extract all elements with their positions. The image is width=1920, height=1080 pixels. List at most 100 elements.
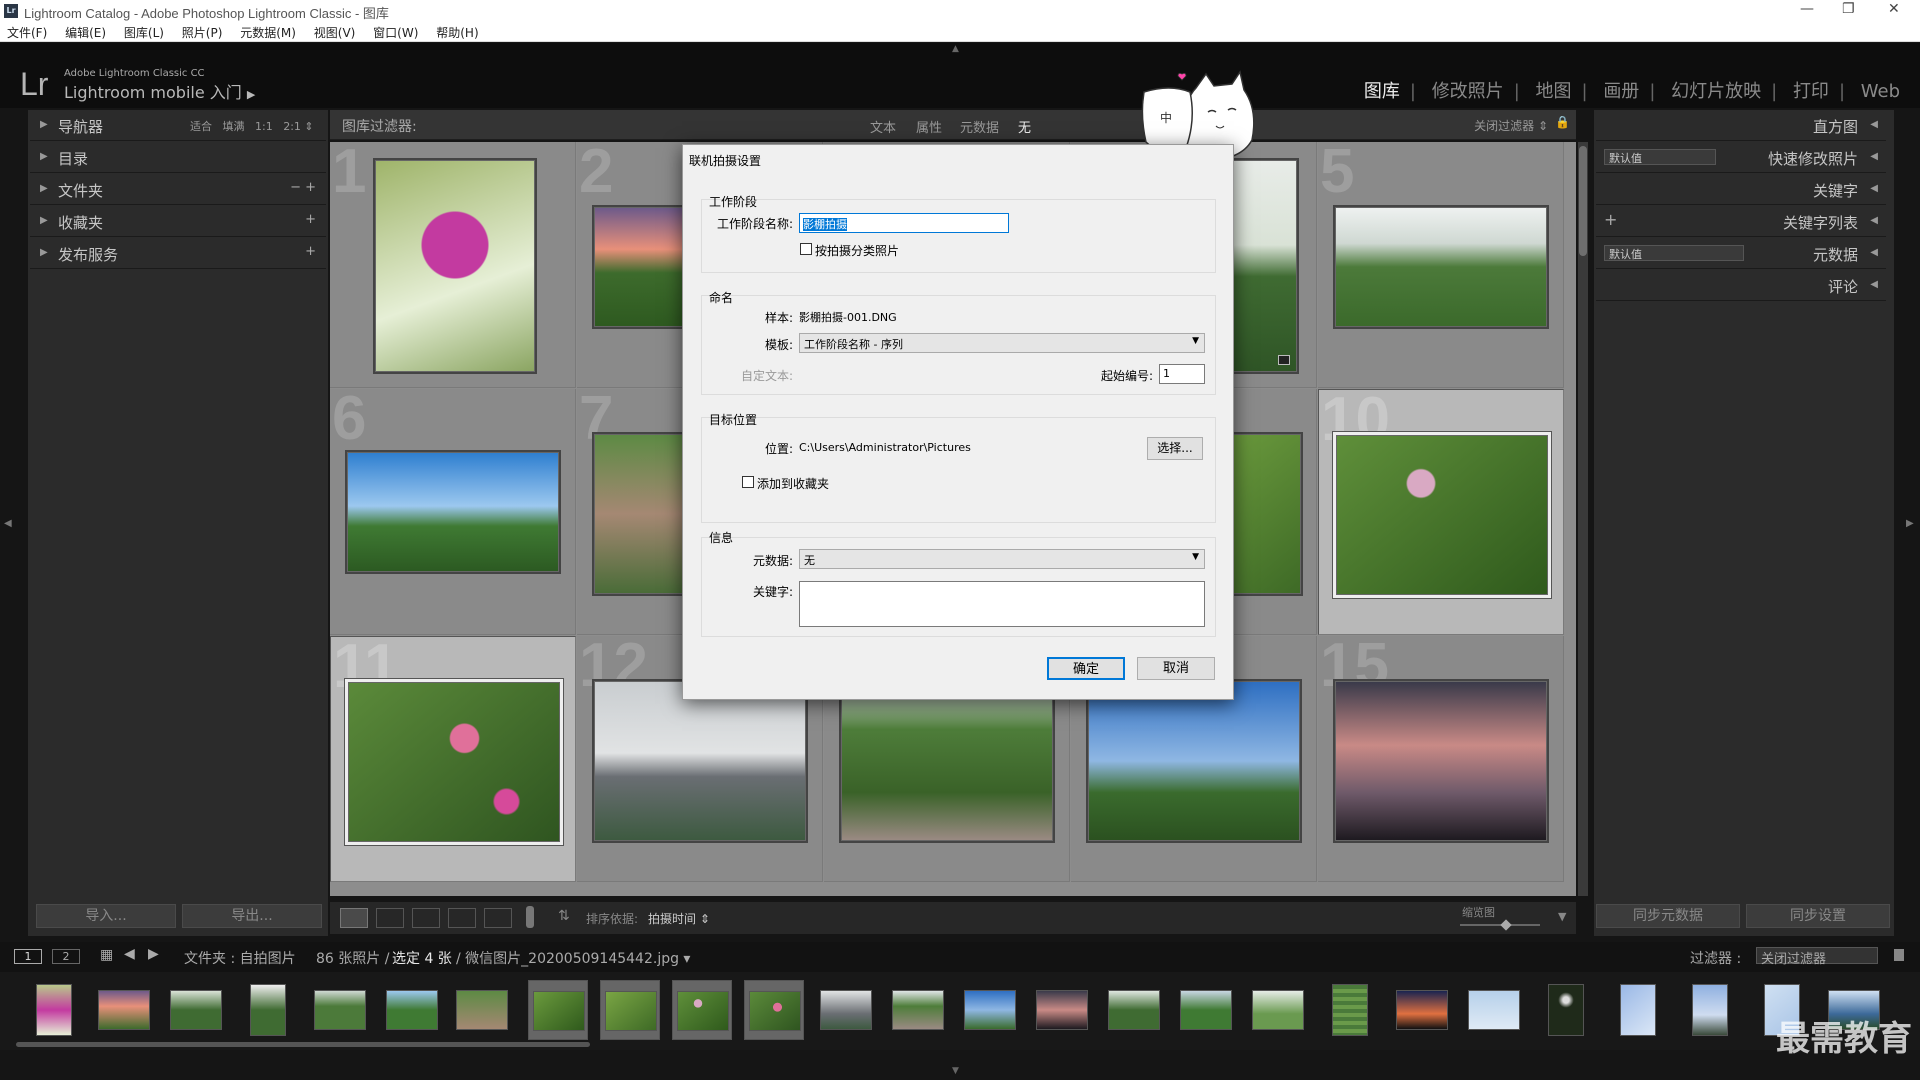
restore-button[interactable]: ❐: [1842, 1, 1855, 17]
close-button[interactable]: ✕: [1888, 1, 1900, 17]
photo-thumbnail[interactable]: [1335, 681, 1547, 841]
minimize-button[interactable]: —: [1800, 1, 1814, 17]
collapse-top-icon[interactable]: ▲: [952, 44, 959, 54]
menu-window[interactable]: 窗口(W): [366, 22, 425, 41]
photo-thumbnail[interactable]: [1336, 435, 1548, 595]
menu-help[interactable]: 帮助(H): [429, 22, 485, 41]
filmstrip-thumb[interactable]: [1608, 980, 1668, 1040]
module-web[interactable]: Web: [1851, 81, 1910, 102]
sort-select[interactable]: 拍摄时间 ⇕: [648, 910, 710, 927]
filmstrip-thumb[interactable]: [672, 980, 732, 1040]
filmstrip-thumb[interactable]: [94, 980, 154, 1040]
quick-develop-preset-select[interactable]: 默认值: [1604, 149, 1716, 165]
compare-view-icon[interactable]: [412, 908, 440, 928]
session-name-input[interactable]: 影棚拍摄: [799, 213, 1009, 233]
photo-thumbnail[interactable]: [1335, 207, 1547, 327]
grid-scrollbar[interactable]: [1578, 142, 1588, 896]
grid-view-icon[interactable]: [340, 908, 368, 928]
keyword-list-header[interactable]: + 关键字列表 ◀: [1596, 206, 1886, 237]
ok-button[interactable]: 确定: [1047, 657, 1125, 680]
module-print[interactable]: 打印: [1783, 81, 1839, 102]
template-select[interactable]: 工作阶段名称 - 序列 ▼: [799, 333, 1205, 353]
module-library[interactable]: 图库: [1354, 81, 1410, 102]
photo-thumbnail[interactable]: [841, 681, 1053, 841]
sync-settings-button[interactable]: 同步设置: [1746, 904, 1890, 928]
filter-tab-text[interactable]: 文本: [870, 117, 896, 136]
filter-preset-select[interactable]: 关闭过滤器 ⇕: [1474, 117, 1548, 134]
grid-cell[interactable]: 5: [1318, 142, 1564, 388]
zoom-fill[interactable]: 填满: [223, 120, 245, 133]
module-book[interactable]: 画册: [1593, 81, 1649, 102]
lightroom-mobile-link[interactable]: Lightroom mobile 入门 ▶: [64, 79, 255, 103]
filter-tab-attribute[interactable]: 属性: [916, 117, 942, 136]
toolbar-options-icon[interactable]: ▼: [1558, 910, 1566, 923]
photo-thumbnail[interactable]: [375, 160, 535, 372]
module-develop[interactable]: 修改照片: [1422, 81, 1514, 102]
keyword-add-icon[interactable]: +: [1604, 210, 1617, 229]
thumbnail-size-slider[interactable]: [1460, 919, 1540, 931]
histogram-header[interactable]: 直方图 ◀: [1596, 110, 1886, 141]
metadata-select[interactable]: 无 ▼: [799, 549, 1205, 569]
filmstrip-thumb[interactable]: [24, 980, 84, 1040]
photo-thumbnail[interactable]: [594, 681, 806, 841]
filmstrip-thumb[interactable]: [816, 980, 876, 1040]
filmstrip-thumb[interactable]: [744, 980, 804, 1040]
filmstrip-thumb[interactable]: [1536, 980, 1596, 1040]
module-slideshow[interactable]: 幻灯片放映: [1661, 81, 1771, 102]
filmstrip-thumb[interactable]: [1464, 980, 1524, 1040]
start-number-input[interactable]: 1: [1159, 364, 1205, 384]
folders-header[interactable]: ▶ 文件夹 − +: [30, 174, 326, 205]
filmstrip-thumb[interactable]: [1104, 980, 1164, 1040]
filmstrip-thumb[interactable]: [600, 980, 660, 1040]
zoom-1-1[interactable]: 1:1: [255, 120, 273, 133]
navigator-header[interactable]: ▶ 导航器 适合 填满 1:1 2:1 ⇕: [30, 110, 326, 141]
export-button[interactable]: 导出...: [182, 904, 322, 928]
current-file[interactable]: / 微信图片_20200509145442.jpg ▾: [456, 948, 690, 968]
right-panel-toggle-icon[interactable]: ▶: [1906, 518, 1914, 529]
add-to-collection-checkbox[interactable]: [742, 476, 754, 488]
filmstrip-filter-select[interactable]: 关闭过滤器: [1756, 947, 1878, 967]
menu-file[interactable]: 文件(F): [0, 22, 54, 41]
zoom-2-1[interactable]: 2:1: [283, 120, 301, 133]
survey-view-icon[interactable]: [448, 908, 476, 928]
filmstrip-thumb[interactable]: [238, 980, 298, 1040]
filter-lock-icon[interactable]: 🔒: [1555, 115, 1570, 129]
collections-header[interactable]: ▶ 收藏夹 +: [30, 206, 326, 237]
filmstrip-thumb[interactable]: [1392, 980, 1452, 1040]
filmstrip-thumb[interactable]: [310, 980, 370, 1040]
zoom-fit[interactable]: 适合: [190, 120, 212, 133]
filter-lock-icon[interactable]: [1894, 949, 1904, 961]
publish-services-header[interactable]: ▶ 发布服务 +: [30, 238, 326, 269]
module-map[interactable]: 地图: [1526, 81, 1582, 102]
grid-cell[interactable]: 11: [330, 632, 576, 882]
left-panel-toggle-icon[interactable]: ◀: [4, 518, 12, 529]
photo-thumbnail[interactable]: [347, 452, 559, 572]
source-breadcrumb[interactable]: 文件夹 : 自拍图片: [184, 948, 296, 968]
people-view-icon[interactable]: [484, 908, 512, 928]
scrollbar-thumb[interactable]: [1579, 146, 1587, 256]
filmstrip-thumb[interactable]: [1320, 980, 1380, 1040]
publish-add-icon[interactable]: +: [305, 244, 316, 259]
secondary-window-button[interactable]: 2: [52, 949, 80, 964]
quick-develop-header[interactable]: 默认值 快速修改照片 ◀: [1596, 142, 1886, 173]
filmstrip-thumb[interactable]: [1248, 980, 1308, 1040]
filter-tab-metadata[interactable]: 元数据: [960, 117, 999, 136]
filmstrip-thumb[interactable]: [382, 980, 442, 1040]
grid-cell[interactable]: 10: [1318, 385, 1564, 635]
filmstrip-thumb[interactable]: [1176, 980, 1236, 1040]
menu-edit[interactable]: 编辑(E): [58, 22, 113, 41]
photo-thumbnail[interactable]: [348, 682, 560, 842]
grid-cell[interactable]: 1: [330, 142, 576, 388]
comments-header[interactable]: 评论 ◀: [1596, 270, 1886, 301]
main-window-button[interactable]: 1: [14, 949, 42, 964]
menu-metadata[interactable]: 元数据(M): [233, 22, 303, 41]
slider-handle[interactable]: [1500, 919, 1512, 931]
loupe-view-icon[interactable]: [376, 908, 404, 928]
keywords-textarea[interactable]: [799, 581, 1205, 627]
filmstrip-thumb[interactable]: [166, 980, 226, 1040]
collections-add-icon[interactable]: +: [305, 212, 316, 227]
zoom-spin-icon[interactable]: ⇕: [304, 120, 313, 133]
folders-add-remove[interactable]: − +: [290, 180, 316, 195]
filmstrip-thumb[interactable]: [888, 980, 948, 1040]
metadata-header[interactable]: 默认值 元数据 ◀: [1596, 238, 1886, 269]
